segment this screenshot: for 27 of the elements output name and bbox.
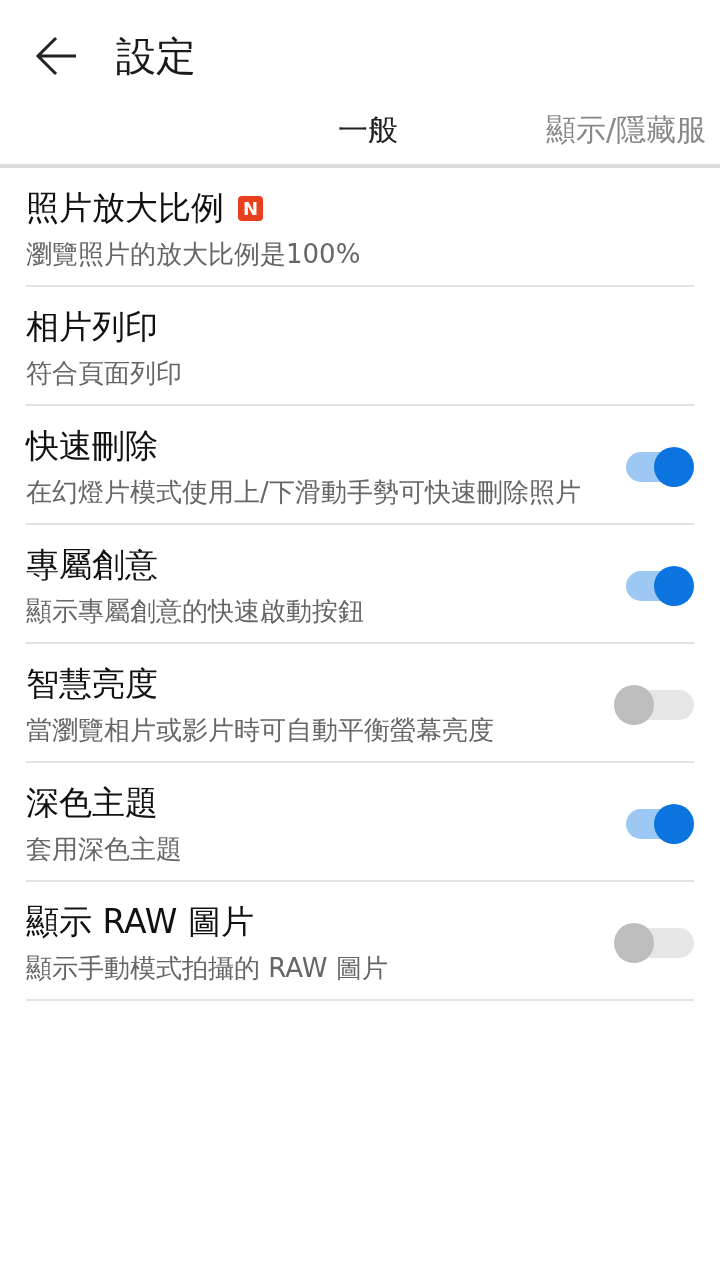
tab[interactable]: 一般: [337, 112, 398, 148]
setting-description: 當瀏覽相片或影片時可自動平衡螢幕亮度: [26, 714, 495, 747]
setting-title: 照片放大比例: [26, 187, 224, 229]
setting-description: 在幻燈片模式使用上/下滑動手勢可快速刪除照片: [26, 476, 582, 509]
setting-row[interactable]: 專屬創意 顯示專屬創意的快速啟動按鈕: [26, 525, 694, 644]
setting-description: 套用深色主題: [26, 833, 183, 866]
setting-title: 相片列印: [26, 306, 158, 348]
setting-row[interactable]: 快速刪除 在幻燈片模式使用上/下滑動手勢可快速刪除照片: [26, 406, 694, 525]
page-title: 設定: [116, 31, 196, 81]
setting-row[interactable]: 照片放大比例 N 瀏覽照片的放大比例是100%: [26, 168, 694, 287]
setting-row[interactable]: 深色主題 套用深色主題: [26, 763, 694, 882]
new-badge: N: [238, 196, 264, 221]
setting-description: 顯示專屬創意的快速啟動按鈕: [26, 595, 365, 628]
setting-description: 符合頁面列印: [26, 357, 183, 390]
tab[interactable]: 顯示/隱藏服: [545, 112, 706, 148]
setting-title: 專屬創意: [26, 544, 158, 586]
setting-title: 快速刪除: [26, 425, 158, 467]
setting-title: 深色主題: [26, 782, 158, 824]
toggle-switch[interactable]: [614, 922, 694, 963]
setting-title: 智慧亮度: [26, 663, 158, 705]
setting-row[interactable]: 相片列印 符合頁面列印: [26, 287, 694, 406]
setting-row[interactable]: 智慧亮度 當瀏覽相片或影片時可自動平衡螢幕亮度: [26, 644, 694, 763]
toggle-switch[interactable]: [614, 684, 694, 725]
setting-description: 瀏覽照片的放大比例是100%: [26, 238, 362, 271]
setting-title: 顯示 RAW 圖片: [26, 901, 254, 943]
setting-description: 顯示手動模式拍攝的 RAW 圖片: [26, 952, 389, 985]
setting-row[interactable]: 顯示 RAW 圖片 顯示手動模式拍攝的 RAW 圖片: [26, 882, 694, 1001]
